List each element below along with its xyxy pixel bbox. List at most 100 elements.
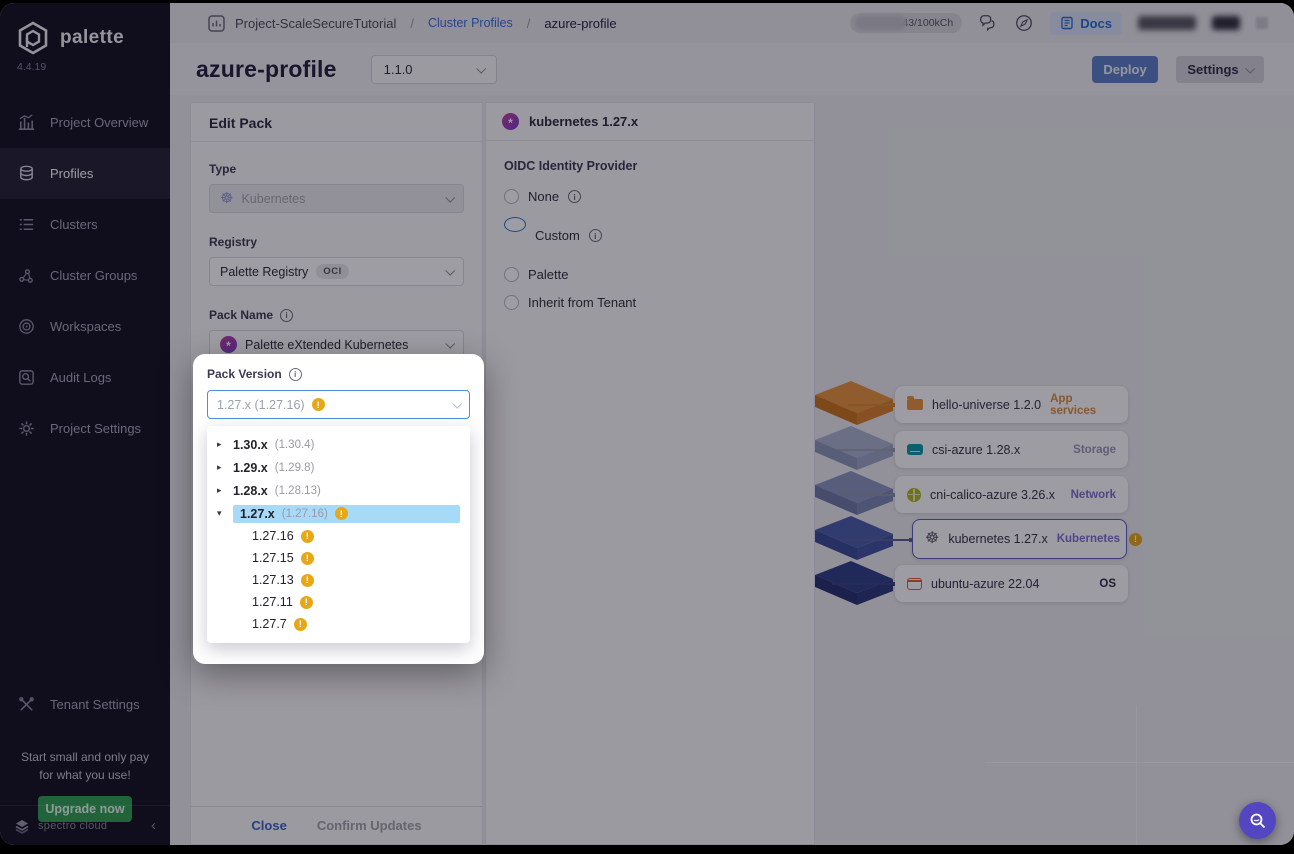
chat-icon[interactable]	[978, 13, 998, 33]
radio-icon[interactable]	[504, 189, 519, 204]
sidebar-item-project-settings[interactable]: Project Settings	[0, 403, 170, 454]
breadcrumb-cluster-profiles-link[interactable]: Cluster Profiles	[428, 16, 513, 30]
version-group-option[interactable]: ▸ 1.30.x (1.30.4)	[207, 433, 470, 456]
version-option[interactable]: 1.27.7	[207, 613, 470, 635]
sidebar-item-tenant-settings[interactable]: Tenant Settings	[0, 679, 170, 730]
radio-icon[interactable]	[504, 267, 519, 282]
close-button[interactable]: Close	[251, 818, 286, 833]
registry-select[interactable]: Palette Registry OCI	[209, 257, 464, 286]
breadcrumb-separator: /	[410, 15, 414, 31]
brand-name: palette	[60, 27, 125, 48]
app-services-icon	[907, 396, 923, 410]
registry-label: Registry	[209, 235, 258, 249]
chevron-down-icon	[452, 398, 463, 409]
pack-name-value: Palette eXtended Kubernetes	[245, 337, 409, 352]
tools-icon	[19, 697, 34, 711]
selected-version-highlight: 1.27.x (1.27.16)	[233, 504, 460, 523]
layer-card-ubuntu[interactable]: ubuntu-azure 22.04 OS	[895, 565, 1128, 602]
collapse-sidebar-icon[interactable]: ‹	[151, 817, 156, 834]
oidc-option-inherit[interactable]: Inherit from Tenant	[504, 295, 796, 310]
compass-icon[interactable]	[1014, 13, 1034, 33]
caret-right-icon[interactable]: ▸	[217, 485, 226, 496]
sidebar-item-clusters[interactable]: Clusters	[0, 199, 170, 250]
chevron-down-icon	[445, 338, 456, 349]
app-version: 4.4.19	[17, 61, 47, 73]
redacted-user-name	[1138, 16, 1196, 30]
version-group-option[interactable]: ▸ 1.28.x (1.28.13)	[207, 479, 470, 502]
sidebar-item-audit-logs[interactable]: Audit Logs	[0, 352, 170, 403]
brand-row: palette	[0, 3, 170, 57]
caret-right-icon[interactable]: ▸	[217, 462, 226, 473]
sidebar-nav: Project Overview Profiles Clusters Clust…	[0, 97, 170, 454]
radio-selected-icon[interactable]	[504, 217, 526, 232]
info-icon[interactable]	[588, 229, 602, 242]
oidc-option-palette[interactable]: Palette	[504, 267, 796, 282]
version-option[interactable]: 1.27.16	[207, 525, 470, 547]
warning-icon	[293, 617, 307, 631]
info-icon[interactable]	[568, 190, 582, 203]
bar-chart-icon	[18, 114, 35, 130]
network-icon	[907, 487, 921, 502]
sidebar-footer: spectro cloud ‹	[0, 805, 170, 845]
version-option[interactable]: 1.27.15	[207, 547, 470, 569]
oidc-option-none[interactable]: None	[504, 189, 796, 204]
grid-divider	[985, 762, 1294, 763]
confirm-updates-button[interactable]: Confirm Updates	[317, 818, 422, 833]
caret-right-icon[interactable]: ▸	[217, 439, 226, 450]
oci-badge: OCI	[316, 264, 349, 279]
layers-icon	[20, 165, 33, 181]
sidebar-item-workspaces[interactable]: Workspaces	[0, 301, 170, 352]
layer-connector	[842, 492, 896, 497]
oidc-option-custom[interactable]: Custom	[504, 217, 796, 254]
type-label: Type	[209, 162, 237, 176]
sidebar-item-profiles[interactable]: Profiles	[0, 148, 170, 199]
docs-button[interactable]: Docs	[1050, 11, 1122, 35]
layer-card-hello-universe[interactable]: hello-universe 1.2.0 App services	[895, 386, 1128, 423]
storage-icon	[907, 444, 923, 455]
version-option[interactable]: 1.27.13	[207, 569, 470, 591]
version-option[interactable]: 1.27.11	[207, 591, 470, 613]
sidebar-item-label: Project Settings	[50, 421, 142, 436]
radio-icon[interactable]	[504, 295, 519, 310]
pack-version-spotlight: Pack Version 1.27.x (1.27.16) ▸ 1.30.x (…	[193, 354, 484, 664]
layer-card-kubernetes[interactable]: ☸ kubernetes 1.27.x Kubernetes	[912, 519, 1142, 559]
kubernetes-icon: ☸	[925, 530, 940, 547]
version-group-option[interactable]: ▸ 1.29.x (1.29.8)	[207, 456, 470, 479]
sidebar-item-project-overview[interactable]: Project Overview	[0, 97, 170, 148]
warning-icon	[311, 398, 325, 411]
info-icon[interactable]	[280, 308, 294, 322]
sidebar-item-label: Audit Logs	[50, 370, 112, 385]
redacted-user-menu[interactable]	[1212, 16, 1240, 30]
book-icon	[1061, 16, 1073, 30]
caret-down-icon[interactable]: ▾	[217, 508, 226, 519]
layer-connector	[845, 537, 913, 542]
profile-version-select[interactable]: 1.1.0	[370, 54, 497, 84]
chevron-down-icon	[445, 192, 456, 203]
breadcrumb-project[interactable]: Project-ScaleSecureTutorial	[235, 16, 396, 31]
settings-button[interactable]: Settings	[1176, 55, 1264, 83]
pack-version-select[interactable]: 1.27.x (1.27.16)	[207, 390, 470, 419]
layer-card-cni-calico[interactable]: cni-calico-azure 3.26.x Network	[895, 476, 1128, 513]
pack-version-value: 1.27.x (1.27.16)	[217, 397, 305, 412]
deploy-button[interactable]: Deploy	[1092, 55, 1158, 83]
sidebar-item-cluster-groups[interactable]: Cluster Groups	[0, 250, 170, 301]
layer-card-csi-azure[interactable]: csi-azure 1.28.x Storage	[895, 431, 1128, 468]
layer-category: OS	[1099, 577, 1116, 590]
pack-details-panel: kubernetes 1.27.x OIDC Identity Provider…	[485, 102, 815, 845]
sidebar: palette 4.4.19 Project Overview Profiles…	[0, 3, 170, 845]
sidebar-item-label: Project Overview	[50, 115, 149, 130]
version-group-option-selected[interactable]: ▾ 1.27.x (1.27.16)	[207, 502, 470, 525]
layer-category: Storage	[1073, 443, 1116, 456]
pack-details-header: kubernetes 1.27.x	[486, 103, 814, 141]
type-select[interactable]: ☸ Kubernetes	[209, 184, 464, 213]
footer-brand: spectro cloud	[38, 819, 108, 832]
breadcrumb-separator: /	[526, 15, 531, 31]
sidebar-item-label: Tenant Settings	[50, 697, 140, 712]
warning-icon	[299, 595, 313, 609]
info-icon[interactable]	[288, 367, 302, 381]
breadcrumb-current: azure-profile	[544, 15, 617, 31]
zoom-fab-button[interactable]	[1239, 802, 1276, 839]
layer-category: App services	[1050, 392, 1097, 417]
magnifier-icon	[1250, 813, 1265, 828]
layer-connector	[838, 447, 896, 452]
